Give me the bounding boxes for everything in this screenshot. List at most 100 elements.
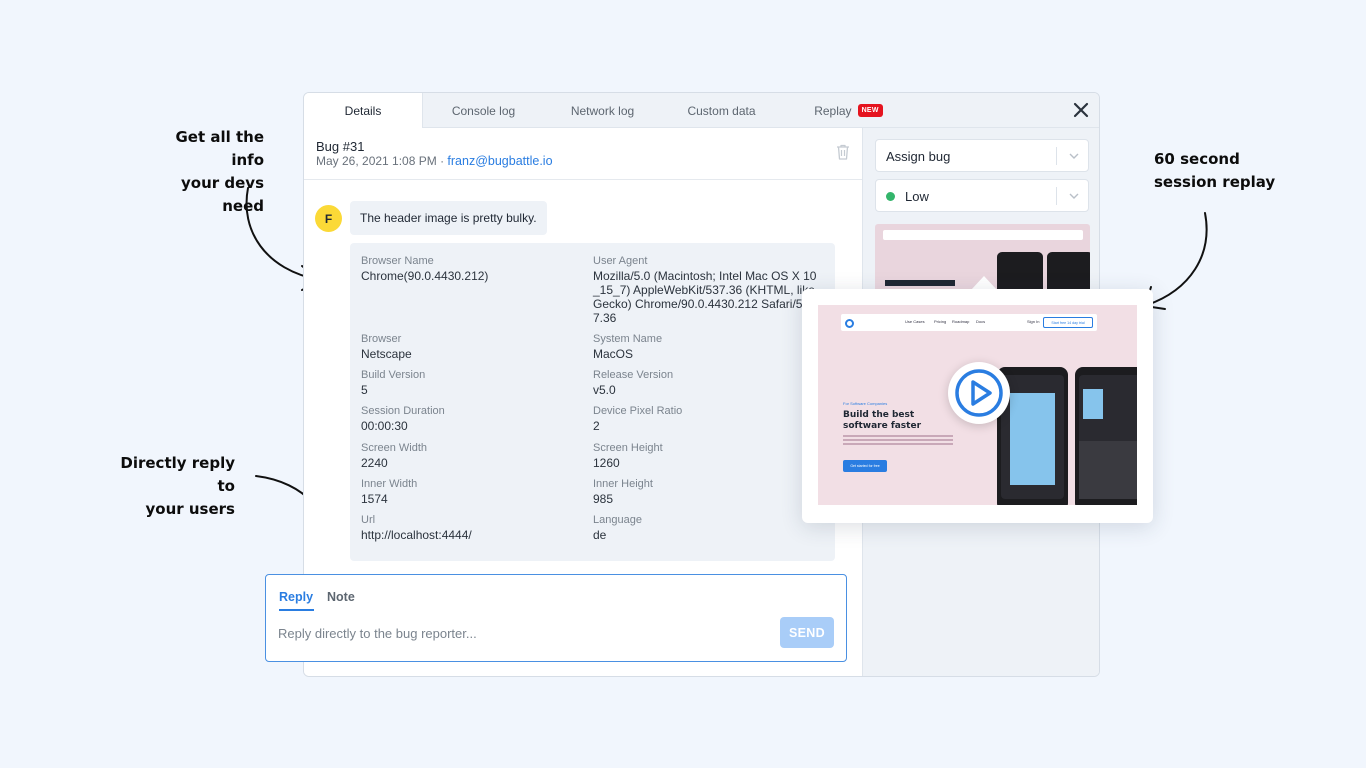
annotation-reply: Directly reply to your users — [104, 452, 235, 521]
annotation-replay: 60 second session replay — [1154, 148, 1275, 194]
replay-popover: Use Cases Pricing Roadmap Docs Sign In S… — [802, 289, 1153, 523]
field-value: 1260 — [593, 456, 620, 470]
annotation-reply-line1: Directly reply to — [120, 454, 235, 495]
reporter-email[interactable]: franz@bugbattle.io — [447, 154, 552, 168]
priority-label: Low — [905, 189, 929, 204]
field-label: Browser — [361, 333, 402, 345]
message-bubble: The header image is pretty bulky. — [350, 201, 547, 235]
replay-preview[interactable]: Use Cases Pricing Roadmap Docs Sign In S… — [818, 305, 1137, 505]
preview-headline: Build the best software faster — [843, 410, 922, 431]
field-browser: Browser Netscape — [361, 332, 581, 361]
preview-cta: Start free 14 day trial — [1043, 317, 1093, 328]
phone-screen-content — [1010, 393, 1055, 485]
field-url: Url http://localhost:4444/ — [361, 513, 581, 542]
field-label: Build Version — [361, 369, 426, 381]
play-icon[interactable] — [948, 362, 1010, 424]
assign-bug-dropdown[interactable]: Assign bug — [875, 139, 1089, 172]
annotation-replay-line2: session replay — [1154, 173, 1276, 191]
field-label: Inner Width — [361, 478, 418, 490]
preview-phone-2 — [1075, 367, 1137, 505]
field-value: MacOS — [593, 347, 634, 361]
dropdown-separator — [1056, 147, 1057, 165]
field-label: Device Pixel Ratio — [593, 405, 683, 417]
field-value: 1574 — [361, 492, 388, 506]
field-label: Language — [593, 514, 642, 526]
field-value: Netscape — [361, 347, 412, 361]
preview-button: Get started for free — [843, 460, 887, 472]
thumb-nav — [883, 230, 1083, 240]
tab-details-label: Details — [344, 104, 382, 118]
field-value: 985 — [593, 492, 614, 506]
field-device-pixel-ratio: Device Pixel Ratio 2 — [593, 404, 813, 433]
reply-composer: Reply Note SEND — [265, 574, 847, 662]
tab-custom-data[interactable]: Custom data — [662, 93, 781, 128]
preview-navbar: Use Cases Pricing Roadmap Docs Sign In S… — [841, 314, 1097, 331]
bug-meta: May 26, 2021 1:08 PM · franz@bugbattle.i… — [316, 154, 553, 168]
field-value: v5.0 — [593, 383, 616, 397]
preview-eyebrow: For Software Companies — [843, 401, 888, 406]
field-session-duration: Session Duration 00:00:30 — [361, 404, 581, 433]
field-label: Url — [361, 514, 376, 526]
priority-dropdown[interactable]: Low — [875, 179, 1089, 212]
assign-bug-label: Assign bug — [886, 149, 951, 164]
field-label: Screen Height — [593, 442, 663, 454]
chevron-down-icon — [1069, 193, 1079, 199]
field-label: Release Version — [593, 369, 674, 381]
tab-custom-data-label: Custom data — [687, 103, 756, 118]
tab-console-log-label: Console log — [451, 103, 516, 118]
preview-nav-item: Roadmap — [952, 319, 970, 324]
tab-replay[interactable]: Replay NEW — [781, 93, 916, 128]
annotation-info-line1: Get all the info — [175, 128, 264, 169]
tab-reply[interactable]: Reply — [279, 590, 313, 604]
metadata-panel: Browser Name Chrome(90.0.4430.212) User … — [350, 243, 835, 561]
field-value: 2240 — [361, 456, 388, 470]
field-system-name: System Name MacOS — [593, 332, 813, 361]
tab-note[interactable]: Note — [327, 590, 355, 604]
preview-body-text — [843, 435, 953, 437]
tab-bar: Details Console log Network log Custom d… — [304, 93, 1099, 129]
field-value: Chrome(90.0.4430.212) — [361, 269, 489, 283]
popover-caret — [971, 276, 997, 290]
send-button[interactable]: SEND — [780, 617, 834, 648]
field-screen-width: Screen Width 2240 — [361, 441, 581, 470]
avatar: F — [315, 205, 342, 232]
tab-network-log[interactable]: Network log — [543, 93, 662, 128]
tab-console-log[interactable]: Console log — [424, 93, 543, 128]
field-browser-name: Browser Name Chrome(90.0.4430.212) — [361, 254, 581, 283]
field-user-agent: User Agent Mozilla/5.0 (Macintosh; Intel… — [593, 254, 817, 325]
trash-icon[interactable] — [836, 144, 850, 160]
tab-details[interactable]: Details — [304, 93, 423, 129]
phone-screen — [1079, 375, 1137, 499]
field-value: 2 — [593, 419, 600, 433]
field-inner-width: Inner Width 1574 — [361, 477, 581, 506]
bug-header: Bug #31 May 26, 2021 1:08 PM · franz@bug… — [304, 128, 862, 180]
field-value: 00:00:30 — [361, 419, 408, 433]
preview-nav-item: Pricing — [934, 319, 947, 324]
phone-keyboard — [1079, 441, 1137, 499]
close-icon[interactable] — [1071, 100, 1091, 120]
priority-value: Low — [886, 189, 929, 204]
new-badge: NEW — [857, 104, 883, 117]
active-tab-underline — [279, 609, 314, 611]
preview-logo-icon — [845, 319, 854, 328]
field-language: Language de — [593, 513, 813, 542]
field-label: User Agent — [593, 255, 648, 267]
field-build-version: Build Version 5 — [361, 368, 581, 397]
chevron-down-icon — [1069, 153, 1079, 159]
dropdown-separator — [1056, 187, 1057, 205]
field-value: http://localhost:4444/ — [361, 528, 472, 542]
phone-screen-content — [1083, 389, 1103, 419]
annotation-reply-line2: your users — [145, 500, 236, 518]
field-screen-height: Screen Height 1260 — [593, 441, 813, 470]
annotation-replay-line1: 60 second — [1154, 150, 1240, 168]
reply-input[interactable] — [278, 623, 758, 643]
field-label: Inner Height — [593, 478, 653, 490]
field-label: System Name — [593, 333, 663, 345]
field-value: Mozilla/5.0 (Macintosh; Intel Mac OS X 1… — [593, 269, 817, 325]
tab-replay-label: Replay — [814, 103, 852, 118]
field-label: Browser Name — [361, 255, 434, 267]
field-release-version: Release Version v5.0 — [593, 368, 813, 397]
field-inner-height: Inner Height 985 — [593, 477, 813, 506]
thumb-headline — [885, 280, 955, 286]
field-value: de — [593, 528, 607, 542]
